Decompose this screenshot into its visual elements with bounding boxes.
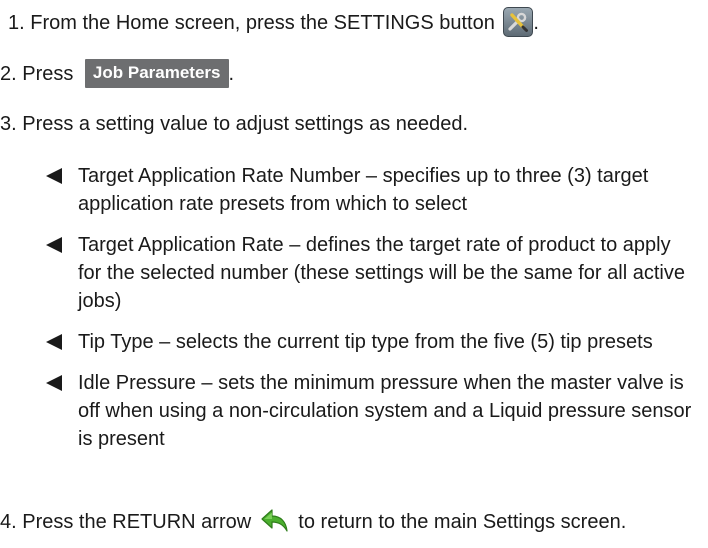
left-triangle-icon	[46, 334, 62, 350]
step-1-text: 1. From the Home screen, press the SETTI…	[8, 12, 495, 34]
step-4-trailing: to return to the main Settings screen.	[298, 511, 627, 533]
bullet-text: Tip Type – selects the current tip type …	[78, 331, 653, 353]
step-2-text: 2. Press	[0, 63, 74, 85]
left-triangle-icon	[46, 237, 62, 253]
step-2: 2. Press Job Parameters.	[0, 58, 235, 88]
left-triangle-icon	[46, 168, 62, 184]
step-2-period: .	[228, 63, 235, 85]
bullet-text: Target Application Rate – defines the ta…	[78, 234, 685, 312]
bullet-tip-type: Tip Type – selects the current tip type …	[46, 328, 696, 356]
bullet-target-rate: Target Application Rate – defines the ta…	[46, 231, 696, 315]
step-4: 4. Press the RETURN arrow to return to t…	[0, 508, 626, 536]
return-arrow-icon	[260, 508, 290, 534]
settings-bullet-list: Target Application Rate Number – specifi…	[46, 162, 696, 466]
step-1-period: .	[533, 12, 539, 34]
bullet-target-rate-number: Target Application Rate Number – specifi…	[46, 162, 696, 218]
bullet-idle-pressure: Idle Pressure – sets the minimum pressur…	[46, 369, 696, 453]
left-triangle-icon	[46, 375, 62, 391]
step-3-text: 3. Press a setting value to adjust setti…	[0, 113, 469, 135]
step-3: 3. Press a setting value to adjust setti…	[0, 110, 468, 138]
step-1: 1. From the Home screen, press the SETTI…	[8, 6, 539, 37]
step-4-text: 4. Press the RETURN arrow	[0, 511, 252, 533]
bullet-text: Target Application Rate Number – specifi…	[78, 165, 649, 215]
bullet-text: Idle Pressure – sets the minimum pressur…	[78, 372, 692, 450]
settings-tools-icon	[503, 6, 534, 37]
job-parameters-button[interactable]: Job Parameters	[84, 58, 229, 88]
